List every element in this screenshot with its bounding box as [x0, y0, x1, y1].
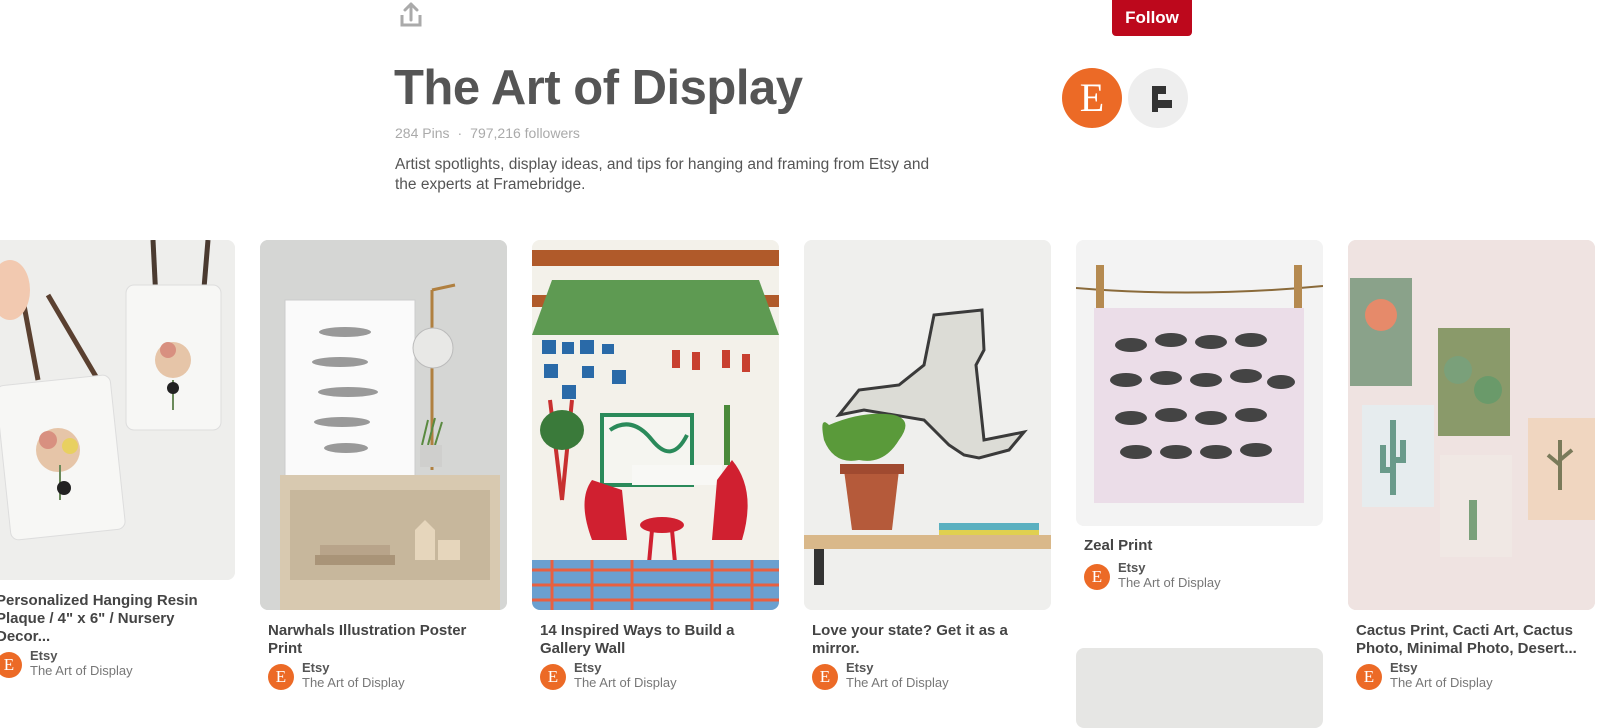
pin-title[interactable]: Personalized Hanging Resin Plaque / 4" x…: [0, 592, 231, 646]
source-avatar[interactable]: E: [1356, 664, 1382, 690]
owner-avatar[interactable]: E: [1062, 68, 1122, 128]
pin-attribution[interactable]: E Etsy The Art of Display: [1084, 560, 1319, 592]
source-name[interactable]: Etsy: [302, 660, 329, 675]
board-description: Artist spotlights, display ideas, and ti…: [395, 156, 930, 193]
pin-image[interactable]: [0, 240, 235, 580]
pin-attribution[interactable]: E Etsy The Art of Display: [1356, 660, 1591, 692]
source-name[interactable]: Etsy: [574, 660, 601, 675]
board-name[interactable]: The Art of Display: [302, 675, 405, 690]
pin-image[interactable]: [1348, 240, 1595, 610]
pin-attribution[interactable]: E Etsy The Art of Display: [540, 660, 775, 692]
framebridge-logo-icon: [1152, 86, 1172, 112]
source-avatar[interactable]: E: [268, 664, 294, 690]
pin-image[interactable]: [1076, 240, 1323, 526]
pin-count[interactable]: 284 Pins: [395, 125, 449, 141]
source-name[interactable]: Etsy: [846, 660, 873, 675]
collaborator-avatar[interactable]: [1128, 68, 1188, 128]
board-name[interactable]: The Art of Display: [1390, 675, 1493, 690]
resin-plaque-image: [0, 240, 235, 580]
pin-card[interactable]: [1076, 648, 1323, 728]
gallery-wall-image: [532, 240, 779, 610]
pin-title[interactable]: Zeal Print: [1084, 537, 1319, 555]
pin-image[interactable]: [260, 240, 507, 610]
pin-image[interactable]: [532, 240, 779, 610]
board-stats: 284 Pins · 797,216 followers: [395, 125, 580, 141]
source-name[interactable]: Etsy: [1118, 560, 1145, 575]
pin-title[interactable]: Narwhals Illustration Poster Print: [268, 622, 503, 658]
board-name[interactable]: The Art of Display: [1118, 575, 1221, 590]
pin-image[interactable]: [1076, 648, 1323, 728]
source-name[interactable]: Etsy: [30, 648, 57, 663]
zebra-print-image: [1076, 240, 1323, 526]
cactus-print-image: [1348, 240, 1595, 610]
narwhal-poster-image: [260, 240, 507, 610]
follower-count[interactable]: 797,216 followers: [470, 125, 580, 141]
pin-attribution[interactable]: E Etsy The Art of Display: [268, 660, 503, 692]
pin-title[interactable]: Cactus Print, Cacti Art, Cactus Photo, M…: [1356, 622, 1591, 658]
source-avatar[interactable]: E: [1084, 564, 1110, 590]
source-avatar[interactable]: E: [0, 652, 22, 678]
pin-title[interactable]: Love your state? Get it as a mirror.: [812, 622, 1047, 658]
board-title: The Art of Display: [394, 61, 803, 115]
follow-button[interactable]: Follow: [1112, 0, 1192, 36]
board-name[interactable]: The Art of Display: [30, 663, 133, 678]
stats-separator: ·: [457, 125, 463, 141]
share-icon: [400, 2, 422, 27]
board-name[interactable]: The Art of Display: [846, 675, 949, 690]
share-button[interactable]: [396, 0, 426, 30]
source-avatar[interactable]: E: [540, 664, 566, 690]
pin-image[interactable]: [804, 240, 1051, 610]
source-name[interactable]: Etsy: [1390, 660, 1417, 675]
pin-title[interactable]: 14 Inspired Ways to Build a Gallery Wall: [540, 622, 775, 658]
pin-attribution[interactable]: E Etsy The Art of Display: [812, 660, 1047, 692]
board-name[interactable]: The Art of Display: [574, 675, 677, 690]
source-avatar[interactable]: E: [812, 664, 838, 690]
pin-attribution[interactable]: E Etsy The Art of Display: [0, 648, 231, 680]
state-mirror-image: [804, 240, 1051, 610]
